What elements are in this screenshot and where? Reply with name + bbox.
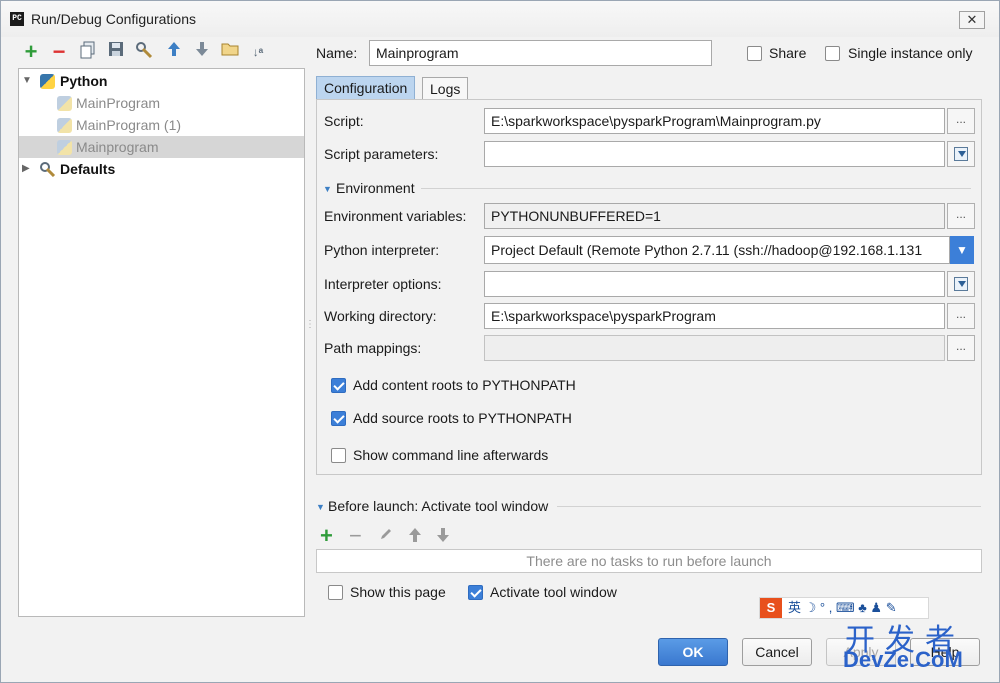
interpreter-options-label: Interpreter options:: [324, 276, 442, 292]
chevron-down-icon[interactable]: ▼: [950, 236, 974, 264]
add-content-roots-checkbox[interactable]: [331, 378, 346, 393]
single-instance-label[interactable]: Single instance only: [848, 45, 973, 61]
script-params-input[interactable]: [484, 141, 945, 167]
tree-item[interactable]: MainProgram (1): [19, 114, 304, 136]
single-instance-checkbox[interactable]: [825, 46, 840, 61]
interpreter-options-input[interactable]: [484, 271, 945, 297]
show-command-line-label[interactable]: Show command line afterwards: [353, 447, 548, 463]
expand-options-button[interactable]: [947, 271, 975, 297]
tree-item-label: MainProgram (1): [76, 117, 182, 133]
tree-item[interactable]: MainProgram: [19, 92, 304, 114]
tree-label-defaults: Defaults: [60, 161, 116, 177]
activate-tool-window-checkbox[interactable]: [468, 585, 483, 600]
tree-item-label: MainProgram: [76, 95, 161, 111]
python-config-icon: [57, 96, 72, 111]
browse-script-button[interactable]: ...: [947, 108, 975, 134]
path-mappings-input: [484, 335, 945, 361]
watermark-en: DevZe.CoM: [843, 647, 963, 672]
name-label: Name:: [316, 45, 358, 61]
add-task-icon[interactable]: +: [320, 523, 333, 549]
script-input[interactable]: E:\sparkworkspace\pysparkProgram\Mainpro…: [484, 108, 945, 134]
share-checkbox[interactable]: [747, 46, 762, 61]
activate-tool-window-label[interactable]: Activate tool window: [490, 584, 617, 600]
before-launch-task-list: There are no tasks to run before launch: [316, 549, 982, 573]
move-up-icon[interactable]: [164, 41, 184, 63]
close-button[interactable]: ✕: [959, 11, 985, 29]
tree-label-python: Python: [60, 73, 108, 89]
tree-item-label: Mainprogram: [76, 139, 159, 155]
config-tree: ▼ Python MainProgram MainProgram (1) Mai…: [18, 68, 305, 617]
run-debug-dialog: PC Run/Debug Configurations ✕ + − ↓ᵃ ▼ P…: [0, 0, 1000, 683]
script-label: Script:: [324, 113, 364, 129]
path-mappings-label: Path mappings:: [324, 340, 422, 356]
edit-task-icon: [379, 527, 393, 544]
collapse-arrow-icon[interactable]: ▼: [22, 75, 32, 86]
expand-params-button[interactable]: [947, 141, 975, 167]
title-bar: PC Run/Debug Configurations ✕: [1, 1, 999, 37]
python-config-icon: [57, 118, 72, 133]
add-source-roots-label[interactable]: Add source roots to PYTHONPATH: [353, 410, 572, 426]
edit-defaults-icon[interactable]: [134, 41, 154, 63]
share-label[interactable]: Share: [769, 45, 806, 61]
splitter-grip[interactable]: ⋮: [305, 319, 315, 330]
window-title: Run/Debug Configurations: [31, 11, 196, 27]
copy-icon[interactable]: [78, 41, 98, 63]
before-launch-title[interactable]: Before launch: Activate tool window: [328, 498, 548, 514]
env-vars-input[interactable]: PYTHONUNBUFFERED=1: [484, 203, 945, 229]
interpreter-select[interactable]: Project Default (Remote Python 2.7.11 (s…: [484, 236, 950, 264]
add-source-roots-checkbox[interactable]: [331, 411, 346, 426]
tab-logs[interactable]: Logs: [422, 77, 469, 101]
browse-working-dir-button[interactable]: ...: [947, 303, 975, 329]
move-down-icon[interactable]: [192, 41, 212, 63]
expand-field-icon: [954, 147, 968, 161]
edit-env-vars-button[interactable]: ...: [947, 203, 975, 229]
working-dir-input[interactable]: E:\sparkworkspace\pysparkProgram: [484, 303, 945, 329]
python-icon: [40, 74, 55, 89]
interpreter-label: Python interpreter:: [324, 242, 440, 258]
move-task-down-icon: [436, 527, 450, 546]
cancel-button[interactable]: Cancel: [742, 638, 812, 666]
show-command-line-checkbox[interactable]: [331, 448, 346, 463]
name-input[interactable]: Mainprogram: [369, 40, 712, 66]
save-icon[interactable]: [106, 41, 126, 63]
working-dir-label: Working directory:: [324, 308, 437, 324]
environment-section-title[interactable]: Environment: [336, 180, 415, 196]
tree-node-python[interactable]: ▼ Python: [19, 70, 304, 92]
tab-configuration[interactable]: Configuration: [316, 76, 416, 100]
expand-arrow-icon[interactable]: ▶: [22, 163, 30, 174]
add-icon[interactable]: +: [21, 41, 41, 63]
pycharm-app-icon: PC: [10, 12, 24, 26]
tree-item-selected[interactable]: Mainprogram: [19, 136, 304, 158]
script-params-label: Script parameters:: [324, 146, 439, 162]
edit-path-mappings-button[interactable]: ...: [947, 335, 975, 361]
sort-icon[interactable]: ↓ᵃ: [248, 41, 268, 63]
python-config-icon: [57, 140, 72, 155]
before-launch-collapse-icon[interactable]: ▼: [316, 502, 325, 512]
show-this-page-checkbox[interactable]: [328, 585, 343, 600]
ok-button[interactable]: OK: [658, 638, 728, 666]
section-divider: [421, 188, 971, 189]
remove-task-icon: −: [349, 523, 362, 548]
environment-collapse-icon[interactable]: ▼: [323, 184, 332, 194]
env-vars-label: Environment variables:: [324, 208, 467, 224]
add-content-roots-label[interactable]: Add content roots to PYTHONPATH: [353, 377, 576, 393]
folder-icon[interactable]: [220, 41, 240, 63]
wrench-icon: [39, 161, 57, 178]
expand-field-icon: [954, 277, 968, 291]
move-task-up-icon: [408, 527, 422, 546]
remove-icon[interactable]: −: [49, 41, 69, 63]
sogou-logo-icon: S: [760, 598, 782, 618]
show-this-page-label[interactable]: Show this page: [350, 584, 446, 600]
tree-node-defaults[interactable]: ▶ Defaults: [19, 158, 304, 180]
section-divider: [557, 506, 981, 507]
